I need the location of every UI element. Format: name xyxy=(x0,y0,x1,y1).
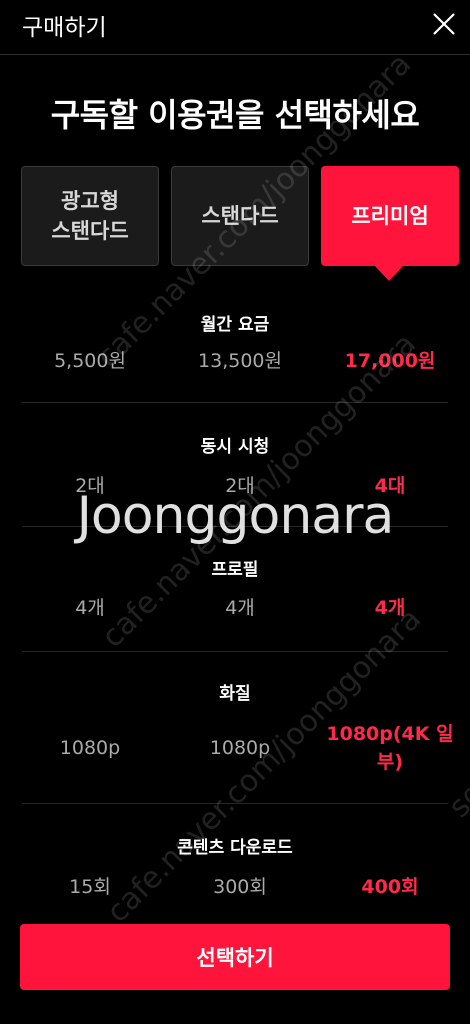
row-divider xyxy=(22,402,448,403)
feature-value: 300회 xyxy=(213,876,267,898)
plan-ad-standard[interactable]: 광고형 스탠다드 xyxy=(21,166,159,266)
feature-value-selected: 1080p(4K 일부) xyxy=(326,723,454,773)
feature-value-selected: 400회 xyxy=(361,876,419,898)
feature-value: 15회 xyxy=(69,876,111,898)
plan-label: 프리미엄 xyxy=(351,204,429,228)
plan-premium[interactable]: 프리미엄 xyxy=(321,166,459,266)
feature-title-quality: 화질 xyxy=(219,684,251,704)
feature-title-profiles: 프로필 xyxy=(211,560,259,580)
feature-value: 1080p xyxy=(59,737,121,759)
headline: 구독할 이용권을 선택하세요 xyxy=(50,96,420,134)
feature-title-streams: 동시 시청 xyxy=(200,437,270,457)
feature-value: 2대 xyxy=(75,475,105,497)
top-bar: 구매하기 xyxy=(0,0,470,52)
feature-value: 13,500원 xyxy=(198,350,282,372)
feature-value: 1080p xyxy=(209,737,271,759)
feature-title-price: 월간 요금 xyxy=(200,315,270,335)
row-divider xyxy=(22,526,448,527)
plan-label: 광고형 스탠다드 xyxy=(51,189,129,243)
header-divider xyxy=(0,54,470,55)
feature-value-selected: 17,000원 xyxy=(344,350,436,372)
feature-value: 2대 xyxy=(225,475,255,497)
feature-value-selected: 4개 xyxy=(374,597,406,619)
row-divider xyxy=(22,803,448,804)
feature-value: 4개 xyxy=(75,597,105,619)
selected-plan-pointer xyxy=(374,265,404,281)
feature-value: 4개 xyxy=(225,597,255,619)
page-title: 구매하기 xyxy=(22,15,107,41)
row-divider xyxy=(22,651,448,652)
feature-value-selected: 4대 xyxy=(374,475,406,497)
select-button[interactable]: 선택하기 xyxy=(20,924,450,990)
plan-label: 스탠다드 xyxy=(201,204,279,228)
feature-value: 5,500원 xyxy=(54,350,126,372)
plan-standard[interactable]: 스탠다드 xyxy=(171,166,309,266)
feature-title-downloads: 콘텐츠 다운로드 xyxy=(177,838,293,858)
close-icon[interactable] xyxy=(430,10,458,38)
